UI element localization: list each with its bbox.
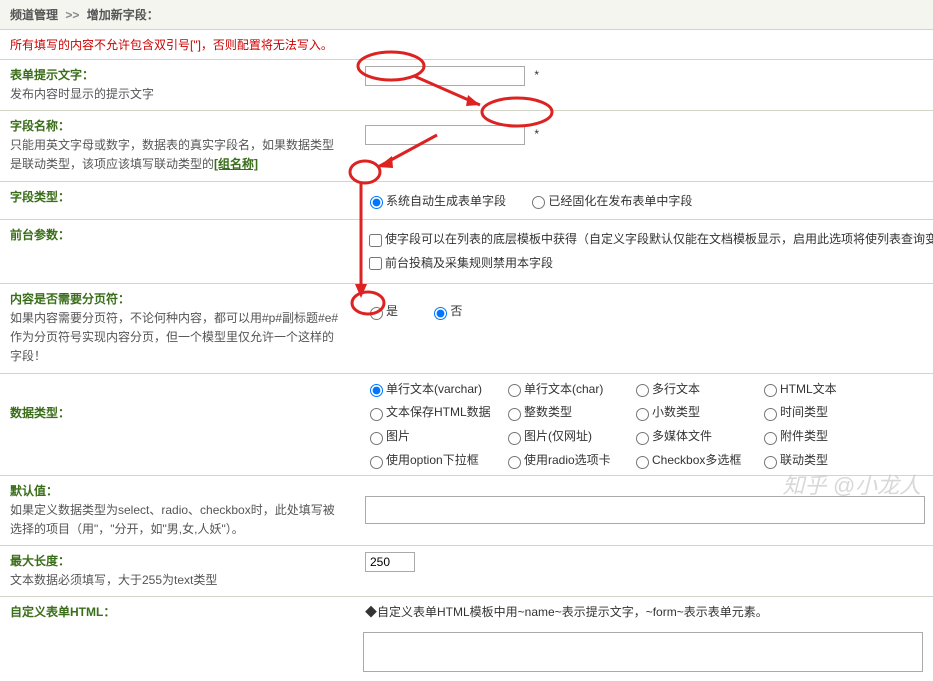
datatype-opt-11[interactable]: 附件类型 bbox=[759, 427, 851, 445]
customhtml-textarea[interactable] bbox=[363, 632, 923, 672]
prompt-star: * bbox=[534, 68, 539, 82]
breadcrumb-b: 增加新字段： bbox=[87, 8, 159, 22]
row-pagebreak: 内容是否需要分页符： 如果内容需要分页符，不论何种内容，都可以用#p#副标题#e… bbox=[0, 284, 933, 374]
pagebreak-radio-yes[interactable] bbox=[370, 307, 383, 320]
datatype-opt-7[interactable]: 时间类型 bbox=[759, 403, 851, 421]
row-prompt: 表单提示文字： 发布内容时显示的提示文字 * bbox=[0, 60, 933, 111]
datatype-opt-1[interactable]: 单行文本(char) bbox=[503, 380, 605, 398]
datatype-opt-14[interactable]: Checkbox多选框 bbox=[631, 451, 733, 469]
fieldname-desc-text: 只能用英文字母或数字，数据表的真实字段名，如果数据类型是联动类型，该项应该填写联… bbox=[10, 138, 334, 171]
fieldname-group-link[interactable]: [组名称] bbox=[214, 157, 258, 171]
frontparam-title: 前台参数： bbox=[10, 226, 345, 243]
breadcrumb-sep: >> bbox=[65, 8, 79, 22]
fieldname-title: 字段名称： bbox=[10, 117, 345, 134]
breadcrumb-a: 频道管理 bbox=[10, 8, 58, 22]
fieldname-input[interactable] bbox=[365, 125, 525, 145]
warning-text: 所有填写的内容不允许包含双引号["]，否则配置将无法写入。 bbox=[0, 30, 933, 60]
row-frontparam: 前台参数： 使字段可以在列表的底层模板中获得（自定义字段默认仅能在文档模板显示，… bbox=[0, 220, 933, 284]
datatype-opt-0[interactable]: 单行文本(varchar) bbox=[365, 380, 477, 398]
datatype-opt-5[interactable]: 整数类型 bbox=[503, 403, 605, 421]
datatype-opt-10[interactable]: 多媒体文件 bbox=[631, 427, 733, 445]
maxlen-desc: 文本数据必须填写，大于255为text类型 bbox=[10, 571, 345, 590]
defaultval-desc: 如果定义数据类型为select、radio、checkbox时，此处填写被选择的… bbox=[10, 501, 345, 539]
frontparam-check2[interactable] bbox=[369, 257, 382, 270]
customhtml-note: ◆自定义表单HTML模板中用~name~表示提示文字，~form~表示表单元素。 bbox=[355, 597, 933, 626]
fieldtype-radio1[interactable] bbox=[370, 196, 383, 209]
fieldtype-opt2[interactable]: 已经固化在发布表单中字段 bbox=[527, 194, 692, 208]
maxlen-input[interactable] bbox=[365, 552, 415, 572]
pagebreak-radio-no[interactable] bbox=[434, 307, 447, 320]
row-maxlen: 最大长度： 文本数据必须填写，大于255为text类型 bbox=[0, 546, 933, 597]
prompt-input[interactable] bbox=[365, 66, 525, 86]
pagebreak-yes[interactable]: 是 bbox=[365, 304, 398, 318]
fieldtype-opt1[interactable]: 系统自动生成表单字段 bbox=[365, 194, 506, 208]
frontparam-check1[interactable] bbox=[369, 234, 382, 247]
datatype-opt-15[interactable]: 联动类型 bbox=[759, 451, 851, 469]
fieldname-desc: 只能用英文字母或数字，数据表的真实字段名，如果数据类型是联动类型，该项应该填写联… bbox=[10, 136, 345, 174]
row-fieldname: 字段名称： 只能用英文字母或数字，数据表的真实字段名，如果数据类型是联动类型，该… bbox=[0, 111, 933, 181]
prompt-desc: 发布内容时显示的提示文字 bbox=[10, 85, 345, 104]
datatype-opt-3[interactable]: HTML文本 bbox=[759, 380, 851, 398]
frontparam-opt2[interactable]: 前台投稿及采集规则禁用本字段 bbox=[365, 256, 553, 270]
datatype-opt-12[interactable]: 使用option下拉框 bbox=[365, 451, 477, 469]
row-datatype: 数据类型： 单行文本(varchar) 单行文本(char) 多行文本 HTML… bbox=[0, 374, 933, 476]
datatype-opt-13[interactable]: 使用radio选项卡 bbox=[503, 451, 605, 469]
datatype-opt-2[interactable]: 多行文本 bbox=[631, 380, 733, 398]
pagebreak-desc: 如果内容需要分页符，不论何种内容，都可以用#p#副标题#e#作为分页符号实现内容… bbox=[10, 309, 345, 367]
fieldtype-radio2[interactable] bbox=[532, 196, 545, 209]
fieldtype-title: 字段类型： bbox=[10, 188, 345, 205]
frontparam-opt1[interactable]: 使字段可以在列表的底层模板中获得（自定义字段默认仅能在文档模板显示，启用此选项将… bbox=[365, 232, 933, 246]
customhtml-title: 自定义表单HTML： bbox=[0, 597, 355, 626]
defaultval-title: 默认值： bbox=[10, 482, 345, 499]
breadcrumb: 频道管理 >> 增加新字段： bbox=[0, 0, 933, 30]
row-defaultval: 默认值： 如果定义数据类型为select、radio、checkbox时，此处填… bbox=[0, 476, 933, 546]
row-fieldtype: 字段类型： 系统自动生成表单字段 已经固化在发布表单中字段 bbox=[0, 182, 933, 221]
datatype-opt-6[interactable]: 小数类型 bbox=[631, 403, 733, 421]
row-customhtml-textarea bbox=[0, 626, 933, 681]
datatype-title: 数据类型： bbox=[10, 404, 345, 421]
pagebreak-no[interactable]: 否 bbox=[429, 304, 462, 318]
row-customhtml: 自定义表单HTML： ◆自定义表单HTML模板中用~name~表示提示文字，~f… bbox=[0, 597, 933, 626]
defaultval-textarea[interactable] bbox=[365, 496, 925, 524]
pagebreak-title: 内容是否需要分页符： bbox=[10, 290, 345, 307]
fieldname-star: * bbox=[534, 127, 539, 141]
datatype-grid: 单行文本(varchar) 单行文本(char) 多行文本 HTML文本 文本保… bbox=[365, 380, 933, 469]
maxlen-title: 最大长度： bbox=[10, 552, 345, 569]
prompt-title: 表单提示文字： bbox=[10, 66, 345, 83]
datatype-opt-4[interactable]: 文本保存HTML数据 bbox=[365, 403, 477, 421]
datatype-opt-8[interactable]: 图片 bbox=[365, 427, 477, 445]
datatype-opt-9[interactable]: 图片(仅网址) bbox=[503, 427, 605, 445]
